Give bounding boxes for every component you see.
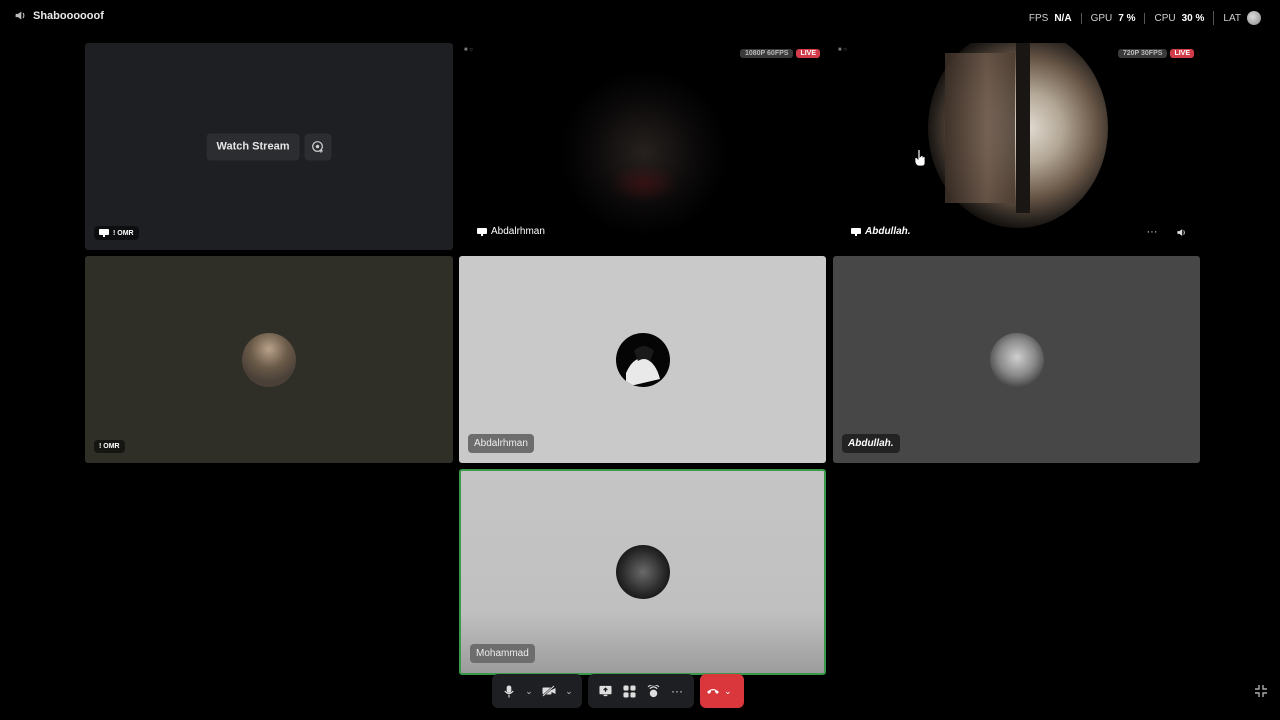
stream-volume-button[interactable]: [1169, 222, 1193, 242]
microphone-button[interactable]: [498, 678, 520, 704]
soundboard-icon: [647, 684, 659, 697]
eye-plus-icon: [312, 141, 324, 153]
chevron-down-icon[interactable]: ⌄: [724, 686, 738, 697]
participant-name-tag: Abdalrhman: [472, 223, 550, 240]
fps-stat: FPS N/A: [1020, 13, 1081, 24]
stream-quality-badge: 1080P 60FPS: [739, 49, 794, 58]
camera-button[interactable]: [538, 678, 560, 704]
screen-share-icon: [477, 227, 487, 236]
microphone-icon: [504, 684, 514, 698]
participant-tile-abdullah[interactable]: Abdullah.: [833, 256, 1200, 463]
stream-video-door-frame: [1016, 43, 1030, 213]
stream-tile-abdullah[interactable]: ■ ○ 720P 30FPS LIVE Abdullah. ···: [833, 43, 1200, 250]
participant-name: Abdullah.: [865, 226, 911, 237]
disconnect-button[interactable]: ⌄: [700, 674, 744, 708]
participant-name-tag: ! OMR: [94, 226, 139, 240]
more-options-button[interactable]: ···: [1140, 222, 1164, 242]
stream-overlay-mark: ■ ○: [838, 47, 847, 53]
speaker-icon: [15, 11, 25, 20]
watch-in-popout-button[interactable]: [304, 133, 332, 160]
channel-header: Shaboooooof: [14, 9, 104, 22]
stream-tile-omr[interactable]: Watch Stream ! OMR: [85, 43, 453, 250]
avatar: [242, 332, 296, 387]
avatar: [615, 545, 670, 599]
soundboard-button[interactable]: [642, 678, 664, 704]
participant-name: Abdullah.: [848, 438, 894, 449]
cpu-stat: CPU 30 %: [1144, 12, 1213, 24]
stream-badges: 720P 30FPS LIVE: [1117, 49, 1194, 58]
watch-stream-button[interactable]: Watch Stream: [206, 133, 300, 160]
participant-name: Mohammad: [476, 648, 529, 659]
chevron-down-icon: ⌄: [565, 685, 573, 696]
stream-overlay-mark: ■ ○: [464, 47, 473, 53]
participant-name-tag: Abdullah.: [842, 434, 900, 453]
participant-name-tag: ! OMR: [94, 440, 125, 453]
participant-tile-omr[interactable]: ! OMR: [85, 256, 453, 463]
screen-share-icon: [851, 227, 861, 236]
live-badge: LIVE: [1170, 49, 1194, 58]
call-controls: ⌄ ⌄ ··· ⌄: [492, 674, 744, 708]
ellipsis-icon: ···: [1146, 226, 1158, 238]
camera-off-icon: [542, 685, 556, 697]
cpu-value: 30 %: [1181, 12, 1205, 24]
activities-button[interactable]: [618, 678, 640, 704]
avatar: [615, 332, 670, 387]
participant-name: Abdalrhman: [474, 438, 528, 449]
participant-name: ! OMR: [99, 443, 120, 450]
gpu-label: GPU: [1090, 12, 1113, 24]
fps-label: FPS: [1028, 12, 1049, 24]
participant-name-tag: Abdalrhman: [468, 434, 534, 453]
activities-group: ···: [588, 674, 694, 708]
participant-name-tag: Mohammad: [470, 644, 535, 663]
channel-name: Shaboooooof: [33, 9, 104, 22]
avatar: [989, 332, 1044, 387]
stream-video-door: [945, 53, 1015, 203]
chevron-down-icon: ⌄: [525, 685, 533, 696]
latency-indicator-icon: [1247, 11, 1261, 25]
stream-tile-abdalrhman[interactable]: ■ ○ 1080P 60FPS LIVE Abdalrhman: [459, 43, 826, 250]
fps-value: N/A: [1054, 12, 1072, 24]
hand-cursor-icon: [914, 149, 926, 167]
lat-label: LAT: [1223, 12, 1241, 24]
participant-name: Abdalrhman: [491, 226, 545, 237]
watch-stream-group: Watch Stream: [206, 133, 332, 160]
share-screen-icon: [598, 685, 612, 697]
microphone-options-button[interactable]: ⌄: [522, 678, 536, 704]
top-bar: Shaboooooof FPS N/A GPU 7 % CPU 30 % LAT: [0, 0, 1280, 34]
stream-badges: 1080P 60FPS LIVE: [739, 49, 820, 58]
hang-up-icon: [707, 689, 719, 694]
stream-video-glow: [609, 163, 679, 203]
screen-share-icon: [99, 229, 109, 237]
participant-tile-mohammad[interactable]: Mohammad: [459, 469, 826, 675]
participant-name-tag: Abdullah.: [846, 223, 916, 240]
performance-stats: FPS N/A GPU 7 % CPU 30 % LAT: [1020, 11, 1270, 25]
gpu-value: 7 %: [1118, 12, 1136, 24]
share-screen-button[interactable]: [594, 678, 616, 704]
more-options-button[interactable]: ···: [666, 678, 688, 704]
gpu-stat: GPU 7 %: [1080, 12, 1145, 24]
cpu-label: CPU: [1154, 12, 1176, 24]
speaker-icon: [1176, 228, 1185, 236]
avatar-figure-icon: [625, 345, 660, 387]
activities-icon: [622, 684, 636, 698]
audio-video-group: ⌄ ⌄: [492, 674, 582, 708]
live-badge: LIVE: [796, 49, 820, 58]
participant-tile-abdalrhman[interactable]: Abdalrhman: [459, 256, 826, 463]
fullscreen-exit-icon[interactable]: [1254, 684, 1268, 698]
stream-quality-badge: 720P 30FPS: [1117, 49, 1168, 58]
stream-video: [559, 68, 729, 238]
ellipsis-icon: ···: [671, 684, 683, 698]
camera-options-button[interactable]: ⌄: [562, 678, 576, 704]
lat-stat: LAT: [1213, 11, 1270, 25]
participant-name: ! OMR: [113, 229, 134, 237]
